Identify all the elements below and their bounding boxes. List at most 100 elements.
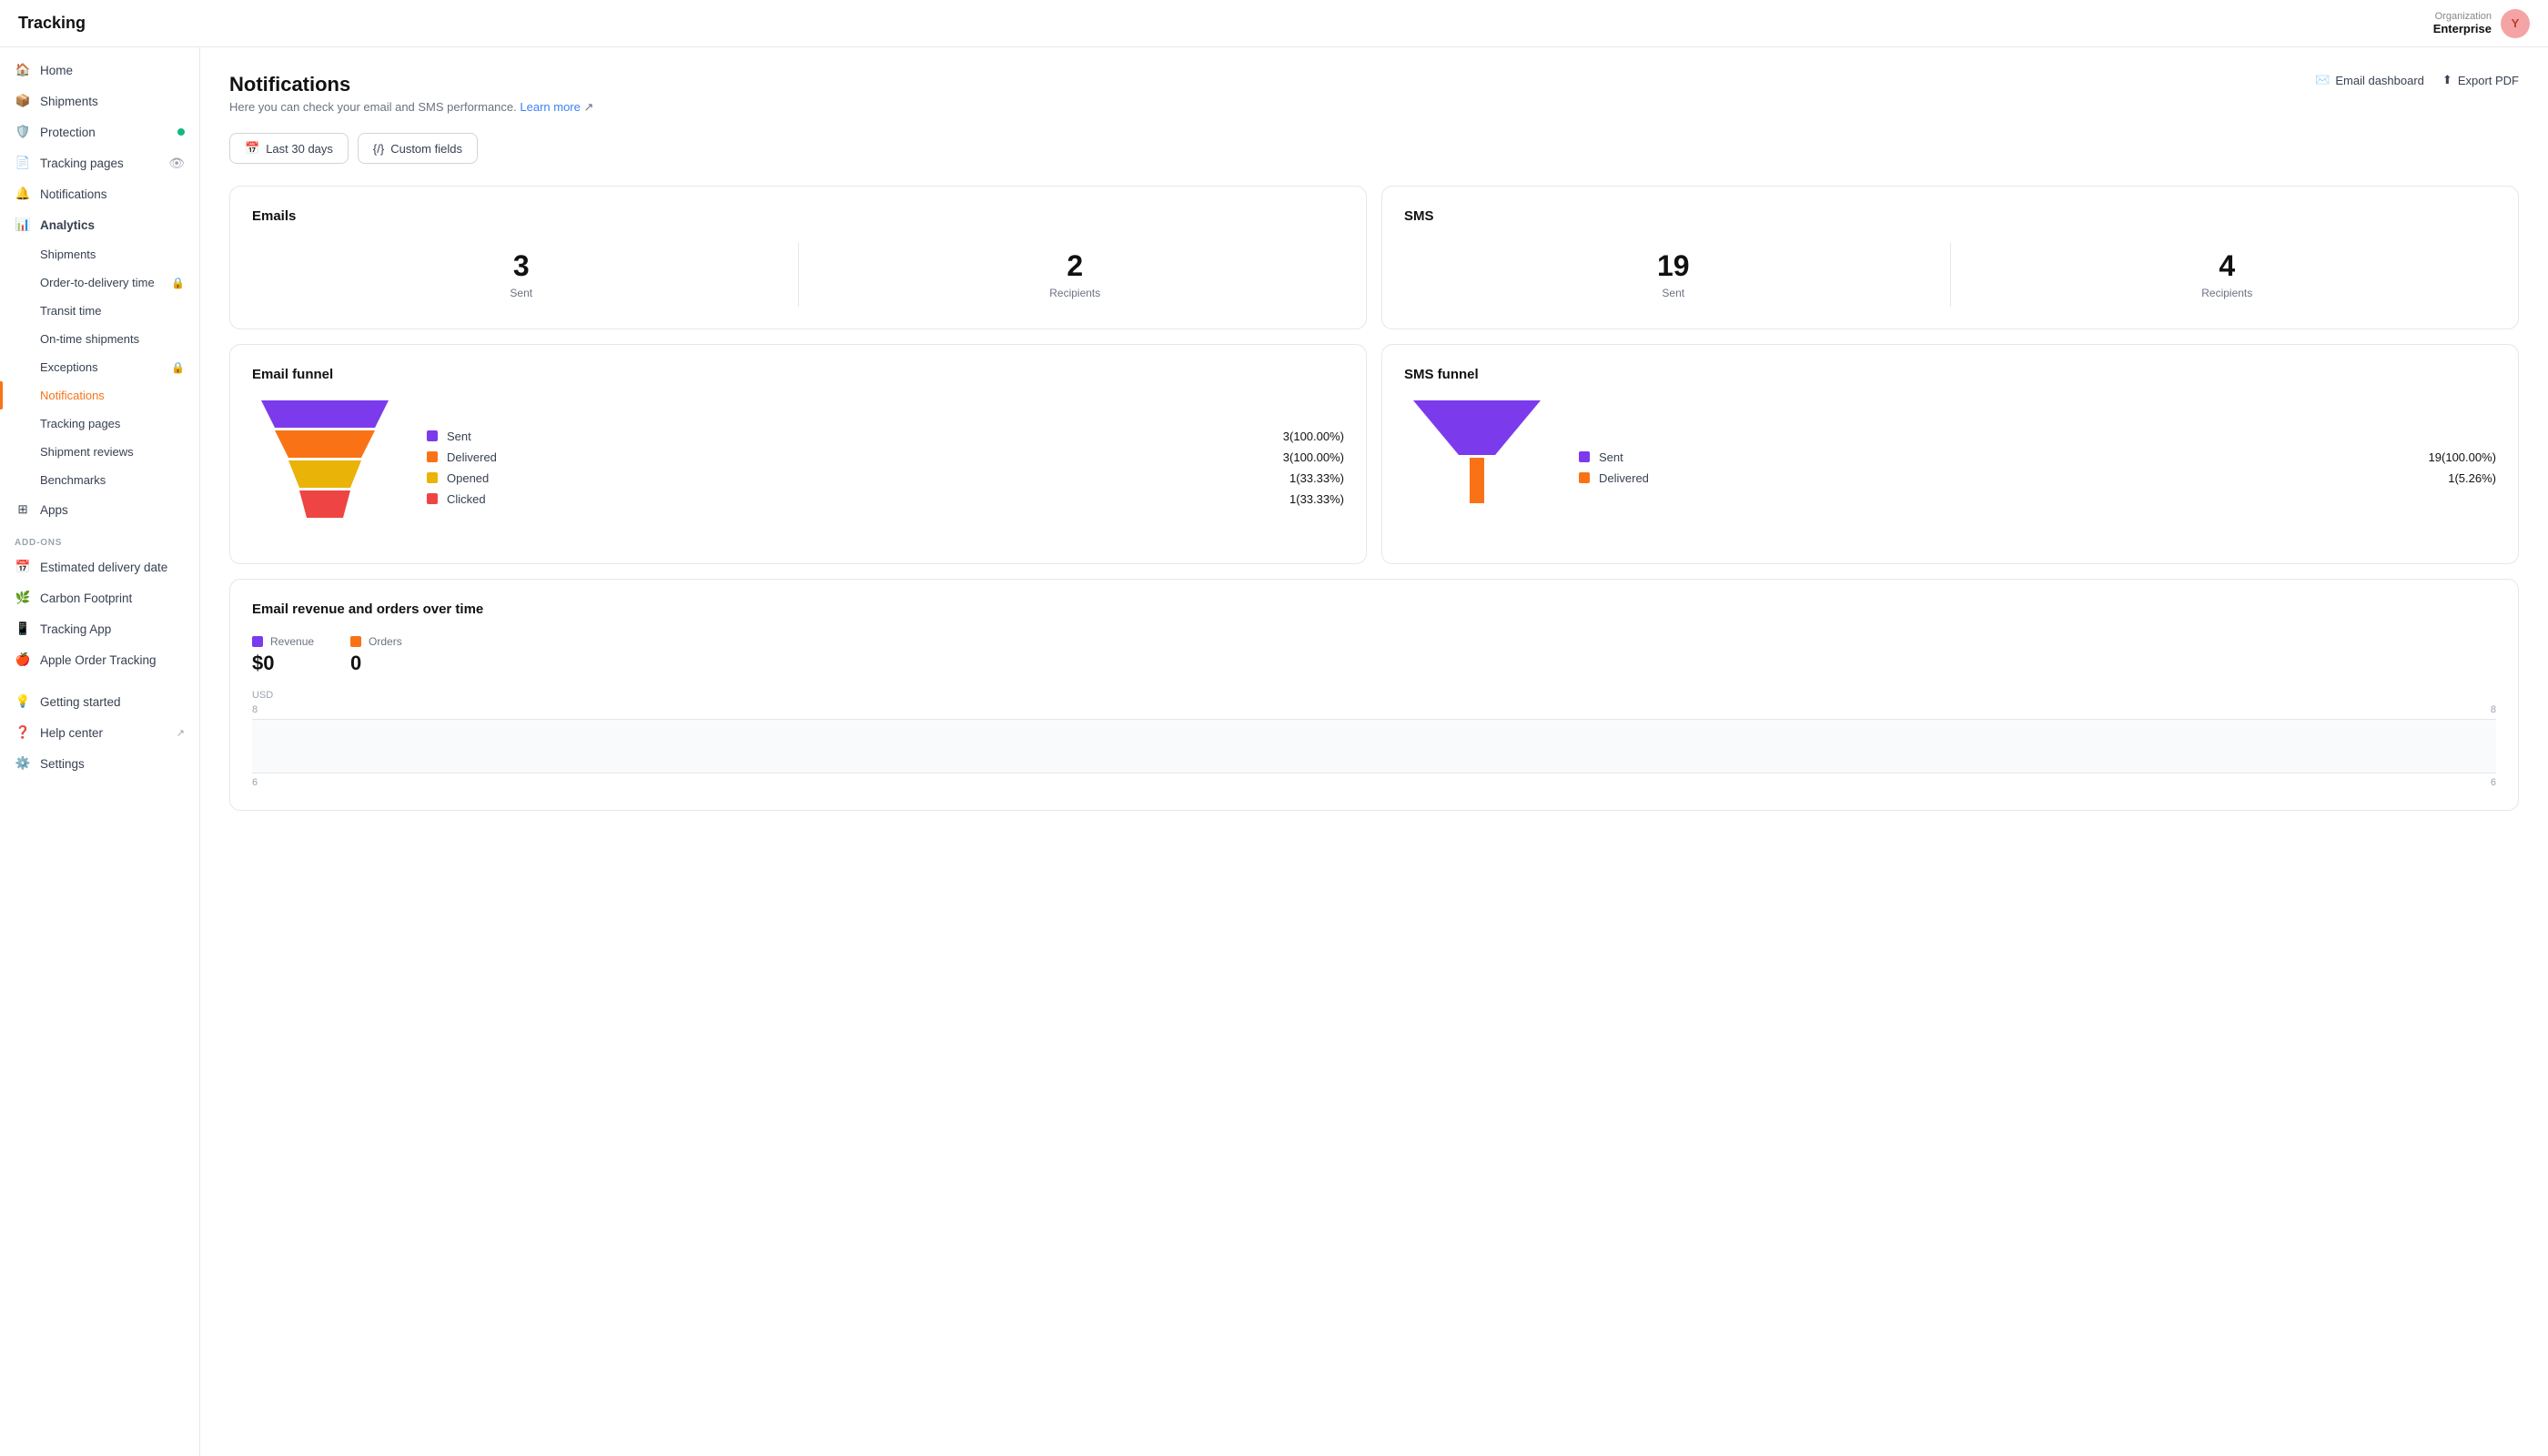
sent-color <box>427 430 438 441</box>
y-label-8-right: 8 <box>2491 704 2496 715</box>
sidebar-item-tracking-pages[interactable]: 📄 Tracking pages 👁 <box>0 147 199 178</box>
orders-metric: Orders 0 <box>350 635 402 675</box>
mobile-icon: 📱 <box>15 621 31 637</box>
sidebar: 🏠 Home 📦 Shipments 🛡️ Protection 📄 Track… <box>0 47 200 1456</box>
apps-icon: ⊞ <box>15 501 31 518</box>
sidebar-item-help-center[interactable]: ❓ Help center ↗ <box>0 717 199 748</box>
org-label: Organization <box>2433 11 2492 22</box>
shipments-icon: 📦 <box>15 93 31 109</box>
email-funnel-card: Email funnel <box>229 344 1367 564</box>
sms-recipients-stat: 4 Recipients <box>1958 242 2497 307</box>
sms-funnel-title: SMS funnel <box>1404 367 2496 382</box>
legend-opened: Opened 1(33.33%) <box>427 471 1344 485</box>
main-content: Notifications Here you can check your em… <box>200 47 2548 1456</box>
stats-cards-row: Emails 3 Sent 2 Recipients SMS <box>229 186 2519 329</box>
sidebar-item-home[interactable]: 🏠 Home <box>0 55 199 86</box>
sidebar-item-analytics[interactable]: 📊 Analytics <box>0 209 199 240</box>
sidebar-item-carbon[interactable]: 🌿 Carbon Footprint <box>0 582 199 613</box>
sidebar-item-notifications-sub[interactable]: Notifications <box>0 381 199 410</box>
email-funnel-title: Email funnel <box>252 367 1344 382</box>
sidebar-item-tracking-pages-sub[interactable]: Tracking pages <box>0 410 199 438</box>
export-icon: ⬆ <box>2442 73 2452 87</box>
page-title: Notifications <box>229 73 593 96</box>
lightbulb-icon: 💡 <box>15 693 31 710</box>
tracking-pages-icon: 📄 <box>15 155 31 171</box>
app-title: Tracking <box>18 14 86 33</box>
opened-color <box>427 472 438 483</box>
sidebar-item-notifications[interactable]: 🔔 Notifications <box>0 178 199 209</box>
custom-fields-button[interactable]: {/} Custom fields <box>358 133 478 164</box>
lock-icon-exceptions: 🔒 <box>171 361 185 374</box>
calendar-icon: 📅 <box>15 559 31 575</box>
sidebar-item-apple-tracking[interactable]: 🍎 Apple Order Tracking <box>0 644 199 675</box>
emails-card: Emails 3 Sent 2 Recipients <box>229 186 1367 329</box>
sidebar-item-shipments-sub[interactable]: Shipments <box>0 240 199 268</box>
sidebar-item-order-delivery[interactable]: Order-to-delivery time 🔒 <box>0 268 199 297</box>
emails-sent-stat: 3 Sent <box>252 242 791 307</box>
sidebar-item-transit-time[interactable]: Transit time <box>0 297 199 325</box>
apple-icon: 🍎 <box>15 652 31 668</box>
sidebar-item-getting-started[interactable]: 💡 Getting started <box>0 686 199 717</box>
date-filter-button[interactable]: 📅 Last 30 days <box>229 133 349 164</box>
avatar: Y <box>2501 9 2530 38</box>
y-label-6-left: 6 <box>252 777 258 788</box>
lock-icon: 🔒 <box>171 277 185 289</box>
shield-icon: 🛡️ <box>15 124 31 140</box>
sms-legend-delivered: Delivered 1(5.26%) <box>1579 471 2496 485</box>
clicked-color <box>427 493 438 504</box>
y-label-6-right: 6 <box>2491 777 2496 788</box>
sidebar-item-on-time[interactable]: On-time shipments <box>0 325 199 353</box>
bell-icon: 🔔 <box>15 186 31 202</box>
eye-icon: 👁 <box>168 156 185 171</box>
sms-legend-sent: Sent 19(100.00%) <box>1579 450 2496 464</box>
sms-funnel-visual <box>1404 400 1550 541</box>
email-dashboard-button[interactable]: ✉️ Email dashboard <box>2315 73 2424 87</box>
sidebar-item-shipment-reviews[interactable]: Shipment reviews <box>0 438 199 466</box>
sidebar-item-apps[interactable]: ⊞ Apps <box>0 494 199 525</box>
curly-braces-icon: {/} <box>373 142 384 156</box>
sidebar-item-settings[interactable]: ⚙️ Settings <box>0 748 199 779</box>
chart-axis-label: USD <box>252 690 2496 701</box>
sidebar-item-protection[interactable]: 🛡️ Protection <box>0 116 199 147</box>
sms-funnel-card: SMS funnel Sent <box>1381 344 2519 564</box>
legend-clicked: Clicked 1(33.33%) <box>427 492 1344 506</box>
user-section: Organization Enterprise Y <box>2433 9 2530 38</box>
sms-card: SMS 19 Sent 4 Recipients <box>1381 186 2519 329</box>
org-name: Enterprise <box>2433 22 2492 35</box>
stat-divider <box>798 242 799 307</box>
sidebar-item-edd[interactable]: 📅 Estimated delivery date <box>0 551 199 582</box>
sidebar-item-tracking-app[interactable]: 📱 Tracking App <box>0 613 199 644</box>
learn-more-link[interactable]: Learn more <box>520 100 580 114</box>
calendar-filter-icon: 📅 <box>245 141 259 156</box>
emails-card-title: Emails <box>252 208 1344 224</box>
stat-divider-sms <box>1950 242 1951 307</box>
orders-dot <box>350 636 361 647</box>
help-icon: ❓ <box>15 724 31 741</box>
filters: 📅 Last 30 days {/} Custom fields <box>229 133 2519 164</box>
revenue-value: $0 <box>252 652 314 675</box>
export-pdf-button[interactable]: ⬆ Export PDF <box>2442 73 2519 87</box>
sms-delivered-color <box>1579 472 1590 483</box>
page-header: Notifications Here you can check your em… <box>229 73 2519 115</box>
protection-badge <box>177 128 185 136</box>
email-icon: ✉️ <box>2315 73 2330 87</box>
funnel-cards-row: Email funnel <box>229 344 2519 564</box>
sidebar-item-benchmarks[interactable]: Benchmarks <box>0 466 199 494</box>
sms-funnel-legend: Sent 19(100.00%) Delivered 1(5.26%) <box>1579 450 2496 492</box>
orders-value: 0 <box>350 652 402 675</box>
revenue-metric: Revenue $0 <box>252 635 314 675</box>
legend-sent: Sent 3(100.00%) <box>427 430 1344 443</box>
home-icon: 🏠 <box>15 62 31 78</box>
sms-card-title: SMS <box>1404 208 2496 224</box>
email-funnel-legend: Sent 3(100.00%) Delivered 3(100.00%) Ope… <box>427 430 1344 513</box>
sms-sent-stat: 19 Sent <box>1404 242 1943 307</box>
sidebar-item-exceptions[interactable]: Exceptions 🔒 <box>0 353 199 381</box>
external-link-icon: ↗ <box>177 727 185 739</box>
emails-recipients-stat: 2 Recipients <box>806 242 1345 307</box>
delivered-color <box>427 451 438 462</box>
addons-label: ADD-ONS <box>0 525 199 551</box>
sidebar-item-shipments[interactable]: 📦 Shipments <box>0 86 199 116</box>
y-label-8-left: 8 <box>252 704 258 715</box>
sms-sent-color <box>1579 451 1590 462</box>
leaf-icon: 🌿 <box>15 590 31 606</box>
